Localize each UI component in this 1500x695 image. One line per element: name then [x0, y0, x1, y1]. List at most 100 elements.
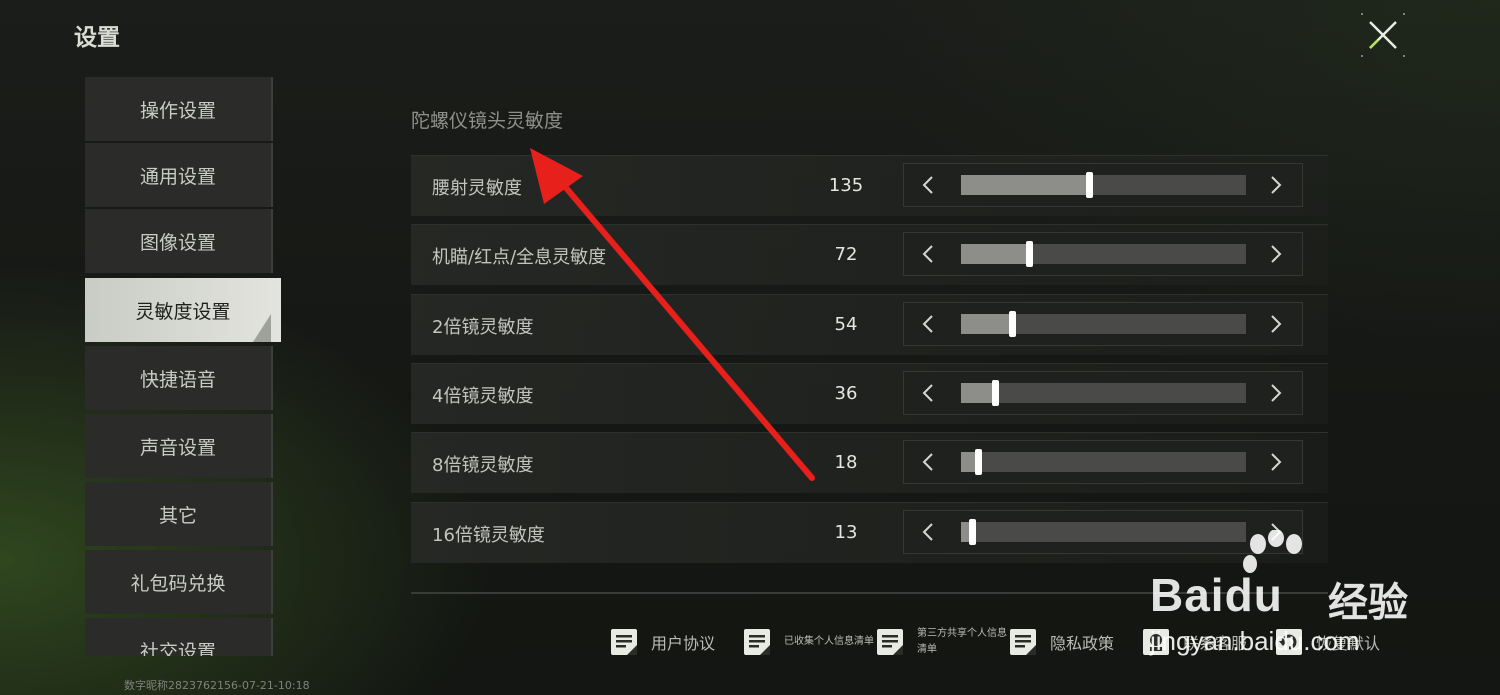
setting-row-hip-fire: 腰射灵敏度 135 — [411, 155, 1328, 216]
chevron-left-icon — [922, 384, 933, 402]
chevron-right-icon — [1271, 384, 1282, 402]
decrease-button[interactable] — [904, 164, 954, 206]
slider-thumb[interactable] — [1086, 172, 1094, 198]
setting-value: 135 — [828, 175, 864, 196]
document-icon — [1010, 629, 1036, 655]
chevron-right-icon — [1271, 245, 1282, 263]
setting-label: 8倍镜灵敏度 — [432, 455, 534, 476]
setting-value: 13 — [834, 522, 858, 543]
user-agreement-label: 用户协议 — [651, 634, 716, 653]
slider-track[interactable] — [961, 172, 1246, 198]
setting-label: 16倍镜灵敏度 — [432, 525, 545, 546]
player-id-text: 数字昵称2823762156-07-21-10:18 — [124, 679, 310, 692]
sensitivity-slider — [903, 232, 1303, 276]
setting-row-sight: 机瞄/红点/全息灵敏度 72 — [411, 224, 1328, 285]
slider-track[interactable] — [961, 311, 1246, 337]
close-icon — [1361, 13, 1405, 57]
section-title: 陀螺仪镜头灵敏度 — [411, 110, 564, 132]
slider-thumb[interactable] — [992, 380, 1000, 406]
watermark-brand: Baidu — [1150, 569, 1283, 621]
collected-info-label: 已收集个人信息清单 — [784, 636, 874, 647]
setting-row-scope-8x: 8倍镜灵敏度 18 — [411, 432, 1328, 493]
increase-button[interactable] — [1252, 372, 1302, 414]
sensitivity-slider — [903, 440, 1303, 484]
document-icon — [744, 629, 770, 655]
third-party-info-label: 第三方共享个人信息清单 — [917, 628, 1007, 655]
slider-thumb[interactable] — [975, 449, 983, 475]
restore-default-link[interactable]: 恢复默认 — [1274, 624, 1380, 660]
slider-track[interactable] — [961, 519, 1246, 545]
sensitivity-slider — [903, 302, 1303, 346]
decrease-button[interactable] — [904, 233, 954, 275]
sensitivity-slider — [903, 371, 1303, 415]
increase-button[interactable] — [1252, 164, 1302, 206]
slider-thumb[interactable] — [1026, 241, 1034, 267]
page-title: 设置 — [74, 25, 120, 51]
watermark-cn: 经验 — [1328, 580, 1408, 626]
decrease-button[interactable] — [904, 511, 954, 553]
setting-label: 4倍镜灵敏度 — [432, 386, 534, 407]
support-icon — [1143, 629, 1169, 655]
increase-button[interactable] — [1252, 303, 1302, 345]
privacy-policy-label: 隐私政策 — [1050, 634, 1115, 653]
setting-label: 机瞄/红点/全息灵敏度 — [432, 247, 607, 268]
increase-button[interactable] — [1252, 233, 1302, 275]
slider-fill — [961, 383, 996, 403]
sensitivity-slider — [903, 510, 1303, 554]
sidebar-item-other[interactable]: 其它 — [85, 482, 273, 546]
third-party-info-link[interactable]: 第三方共享个人信息清单 — [875, 624, 1007, 660]
setting-value: 54 — [834, 314, 858, 335]
slider-thumb[interactable] — [969, 519, 977, 545]
sidebar-item-operation[interactable]: 操作设置 — [85, 77, 273, 141]
sidebar-item-quick-voice[interactable]: 快捷语音 — [85, 346, 273, 410]
setting-row-scope-16x: 16倍镜灵敏度 13 — [411, 502, 1328, 563]
increase-button[interactable] — [1252, 441, 1302, 483]
sidebar-item-sound[interactable]: 声音设置 — [85, 414, 273, 478]
slider-track[interactable] — [961, 380, 1246, 406]
slider-fill — [961, 244, 1030, 264]
close-button[interactable] — [1360, 12, 1406, 58]
collected-info-link[interactable]: 已收集个人信息清单 — [742, 624, 874, 660]
chevron-left-icon — [922, 523, 933, 541]
setting-row-scope-4x: 4倍镜灵敏度 36 — [411, 363, 1328, 424]
sidebar-item-social[interactable]: 社交设置 — [85, 618, 273, 656]
settings-sidebar: 操作设置 通用设置 图像设置 灵敏度设置 快捷语音 声音设置 其它 礼包码兑换 … — [85, 77, 282, 656]
contact-support-label: 联系客服 — [1183, 634, 1248, 653]
chevron-right-icon — [1271, 453, 1282, 471]
user-agreement-link[interactable]: 用户协议 — [609, 624, 715, 660]
increase-button[interactable] — [1252, 511, 1302, 553]
sidebar-item-sensitivity[interactable]: 灵敏度设置 — [85, 278, 281, 342]
chevron-right-icon — [1271, 176, 1282, 194]
sidebar-item-general[interactable]: 通用设置 — [85, 143, 273, 207]
slider-track[interactable] — [961, 449, 1246, 475]
slider-fill — [961, 175, 1090, 195]
sidebar-item-graphics[interactable]: 图像设置 — [85, 209, 273, 273]
restore-icon — [1276, 629, 1302, 655]
document-icon — [611, 629, 637, 655]
slider-fill — [961, 314, 1013, 334]
contact-support-link[interactable]: 联系客服 — [1141, 624, 1247, 660]
sensitivity-slider — [903, 163, 1303, 207]
setting-value: 72 — [834, 244, 858, 265]
sidebar-item-gift-code[interactable]: 礼包码兑换 — [85, 550, 273, 614]
divider — [411, 592, 1328, 594]
chevron-right-icon — [1271, 315, 1282, 333]
setting-label: 腰射灵敏度 — [432, 178, 522, 199]
chevron-left-icon — [922, 245, 933, 263]
decrease-button[interactable] — [904, 303, 954, 345]
chevron-left-icon — [922, 176, 933, 194]
slider-thumb[interactable] — [1009, 311, 1017, 337]
setting-row-scope-2x: 2倍镜灵敏度 54 — [411, 294, 1328, 355]
setting-value: 18 — [834, 452, 858, 473]
setting-label: 2倍镜灵敏度 — [432, 317, 534, 338]
chevron-left-icon — [922, 315, 933, 333]
chevron-left-icon — [922, 453, 933, 471]
document-icon — [877, 629, 903, 655]
restore-default-label: 恢复默认 — [1316, 634, 1381, 653]
decrease-button[interactable] — [904, 441, 954, 483]
decrease-button[interactable] — [904, 372, 954, 414]
setting-value: 36 — [834, 383, 858, 404]
privacy-policy-link[interactable]: 隐私政策 — [1008, 624, 1114, 660]
slider-track[interactable] — [961, 241, 1246, 267]
chevron-right-icon — [1271, 523, 1282, 541]
